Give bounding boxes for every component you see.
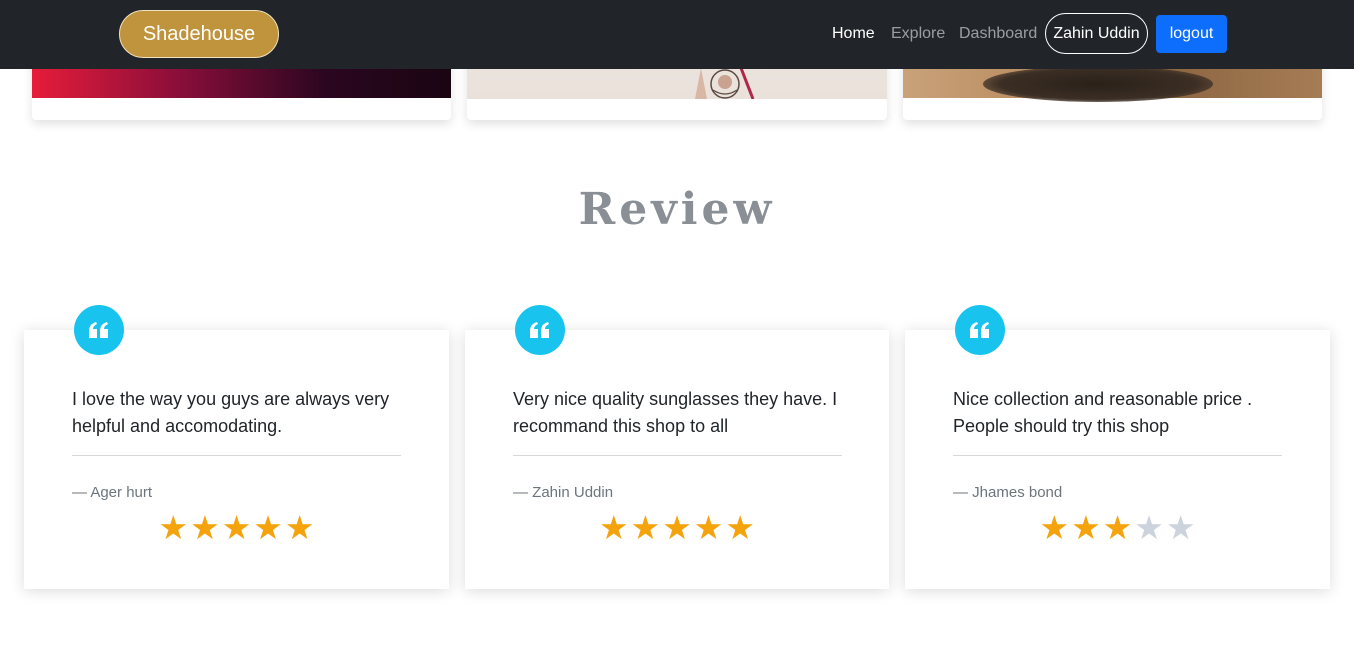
star-filled-icon: ★ — [693, 509, 724, 546]
quote-left-icon — [515, 305, 565, 355]
star-filled-icon: ★ — [221, 509, 252, 546]
star-filled-icon: ★ — [158, 509, 189, 546]
star-filled-icon: ★ — [190, 509, 220, 546]
review-card: I love the way you guys are always very … — [24, 330, 449, 589]
star-filled-icon: ★ — [1102, 509, 1133, 546]
user-name-button[interactable]: Zahin Uddin — [1045, 13, 1148, 54]
review-author: — Zahin Uddin — [513, 484, 614, 501]
divider — [513, 455, 842, 456]
star-filled-icon: ★ — [662, 509, 692, 546]
quote-left-icon — [74, 305, 124, 355]
star-rating: ★★★★★ — [465, 508, 889, 548]
review-card: Very nice quality sunglasses they have. … — [465, 330, 889, 589]
review-text: Nice collection and reasonable price . P… — [953, 389, 1253, 436]
nav-link-explore[interactable]: Explore — [891, 24, 945, 44]
star-filled-icon: ★ — [284, 509, 315, 546]
review-text: Very nice quality sunglasses they have. … — [513, 389, 838, 436]
star-empty-icon: ★ — [1165, 509, 1196, 546]
star-filled-icon: ★ — [725, 509, 755, 546]
review-card: Nice collection and reasonable price . P… — [905, 330, 1330, 589]
nav-link-home[interactable]: Home — [832, 24, 875, 44]
star-filled-icon: ★ — [630, 509, 661, 546]
tattoo-illustration — [695, 68, 755, 99]
star-rating: ★★★★★ — [905, 508, 1330, 548]
review-author: — Jhames bond — [953, 484, 1063, 501]
nav-link-dashboard[interactable]: Dashboard — [959, 24, 1037, 44]
star-filled-icon: ★ — [253, 509, 283, 546]
review-text: I love the way you guys are always very … — [72, 389, 390, 436]
review-section-title: Review — [578, 184, 776, 235]
star-filled-icon: ★ — [599, 509, 629, 546]
divider — [953, 455, 1282, 456]
star-filled-icon: ★ — [1071, 509, 1101, 546]
star-filled-icon: ★ — [1039, 509, 1070, 546]
divider — [72, 455, 401, 456]
star-rating: ★★★★★ — [24, 508, 449, 548]
top-navbar: Shadehouse Home Explore Dashboard Zahin … — [0, 0, 1354, 69]
brand-logo-button[interactable]: Shadehouse — [119, 10, 279, 58]
quote-left-icon — [955, 305, 1005, 355]
review-author: — Ager hurt — [72, 484, 153, 501]
star-empty-icon: ★ — [1134, 509, 1164, 546]
logout-button[interactable]: logout — [1156, 15, 1227, 53]
